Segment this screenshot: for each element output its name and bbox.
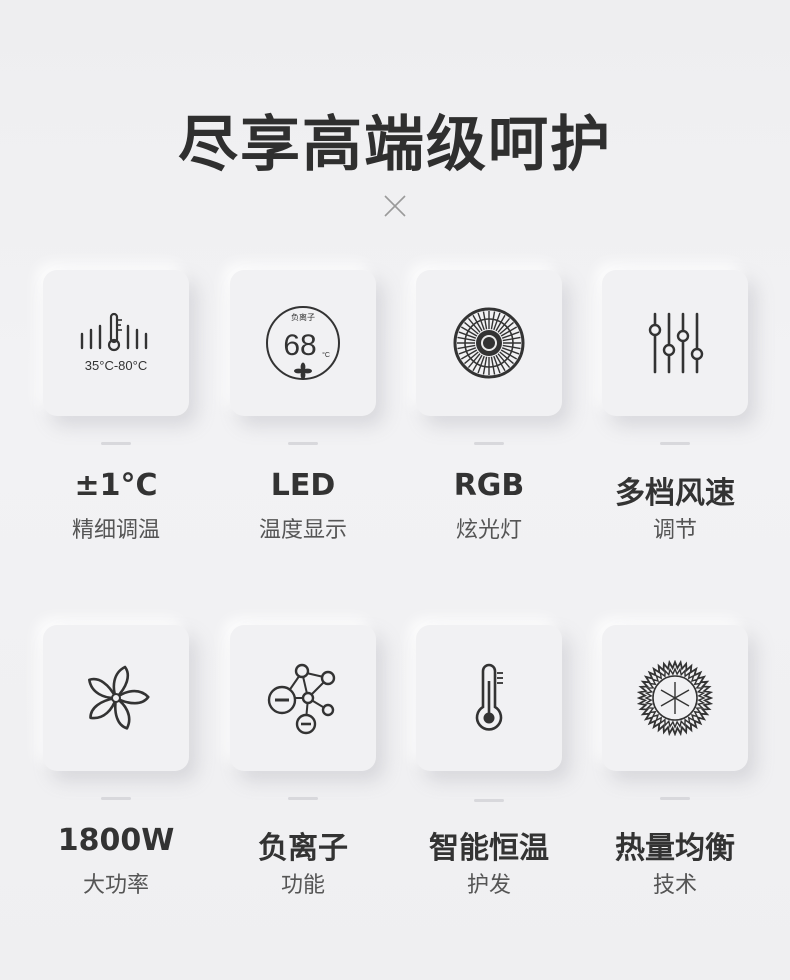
divider-dash [101,442,131,445]
feature-card-wind-speed [602,270,748,416]
feature-subtitle: 温度显示 [258,518,347,543]
thermometer-icon [475,663,503,731]
divider-dash [101,797,131,800]
feature-title: 智能恒温 [429,831,549,866]
divider-dash [474,799,504,802]
feature-title: LED [270,468,336,503]
feature-card-negative-ion [230,625,376,771]
feature-title: 热量均衡 [615,831,735,866]
feature-subtitle: 功能 [280,873,325,898]
led-top-text: 负离子 [291,312,315,322]
led-value-text: 68 [283,329,316,362]
thermometer-bars-icon: 35°C-80°C [80,312,147,373]
temperature-range-text: 35°C-80°C [85,358,147,373]
sliders-icon [648,312,704,374]
feature-subtitle: 技术 [652,873,697,898]
divider-dash [474,442,504,445]
divider-cross-icon [384,195,406,217]
page-title: 尽享高端级呵护 [178,110,612,180]
led-unit-text: °C [322,351,330,359]
divider-dash [660,442,690,445]
feature-subtitle: 大功率 [82,873,149,898]
feature-card-led: 负离子 68 °C [230,270,376,416]
feature-subtitle: 炫光灯 [455,518,522,543]
feature-subtitle: 调节 [652,518,697,543]
feature-title: 1800W [57,823,175,858]
fan-blades-icon [87,665,150,730]
feature-subtitle: 护发 [466,873,511,898]
feature-title: RGB [453,468,525,503]
feature-subtitle: 精细调温 [71,518,160,543]
divider-dash [288,442,318,445]
feature-card-heat-balance [602,625,748,771]
feature-card-power [43,625,189,771]
led-display-icon: 负离子 68 °C [266,306,340,380]
feature-title: ±1°C [74,468,158,503]
feature-title: 负离子 [258,831,348,866]
feature-card-temperature: 35°C-80°C [43,270,189,416]
feature-card-rgb [416,270,562,416]
rgb-fan-grille-icon [453,307,525,379]
heat-burst-icon [637,660,713,736]
divider-dash [288,797,318,800]
negative-ion-icon [267,663,336,735]
feature-title: 多档风速 [615,476,735,511]
divider-dash [660,797,690,800]
feature-card-smart-temp [416,625,562,771]
